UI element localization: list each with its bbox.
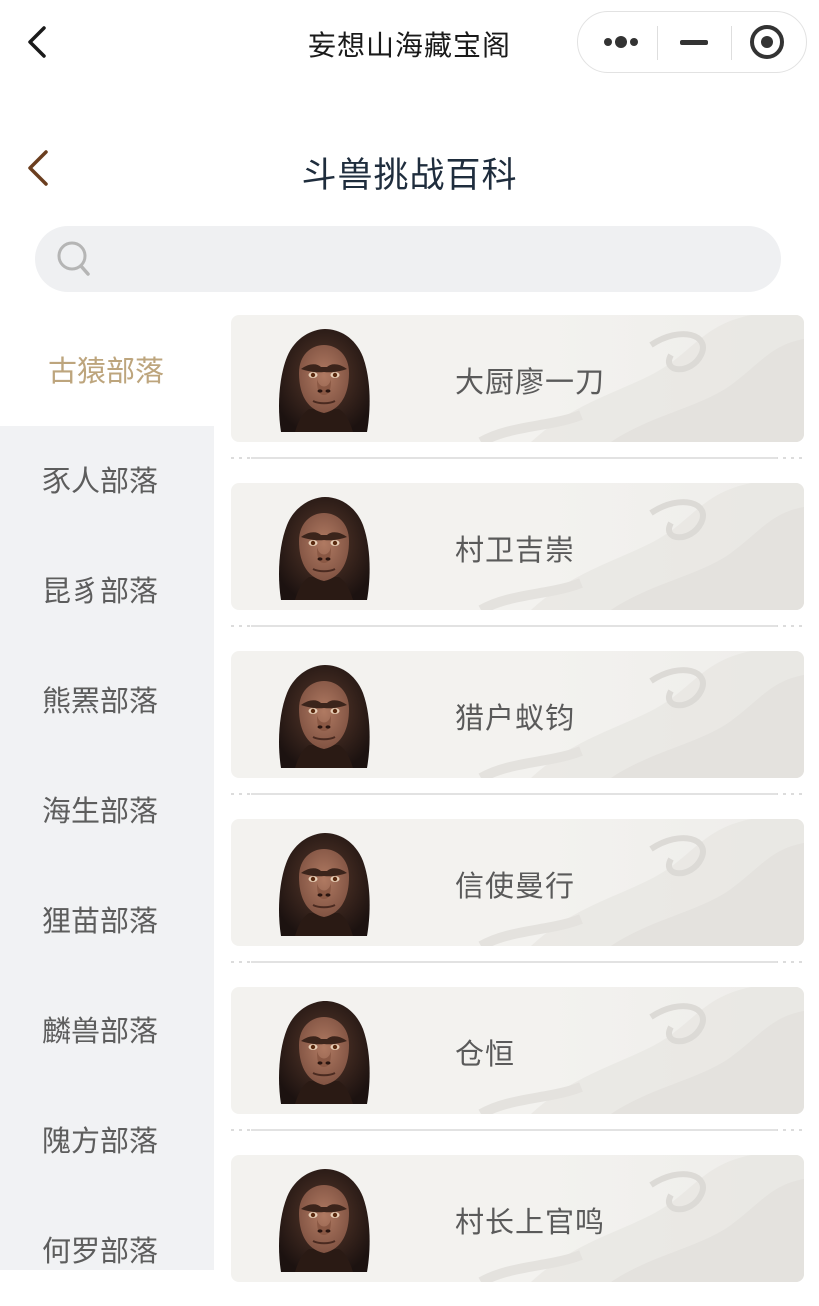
ape-avatar [273,831,375,936]
sidebar-item-xiong-pi[interactable]: 熊罴部落 [0,646,214,756]
beast-name: 猎户蚁钧 [455,701,576,735]
beast-name: 仓恒 [455,1037,516,1071]
divider [231,961,804,963]
tribe-sidebar: 古猿部落 豕人部落 昆豸部落 熊罴部落 海生部落 狸苗部落 麟兽部落 隗方部落 … [0,316,214,1270]
search-input[interactable] [113,234,757,286]
beast-card[interactable]: 猎户蚁钧 [231,651,804,778]
sidebar-item-kui-fang[interactable]: 隗方部落 [0,1086,214,1196]
capsule-menu [577,11,807,73]
sidebar-item-li-miao[interactable]: 狸苗部落 [0,866,214,976]
minimize-icon[interactable] [656,12,732,72]
sidebar-item-kun-zhi[interactable]: 昆豸部落 [0,536,214,646]
beast-name: 大厨廖一刀 [455,365,606,399]
ape-avatar [273,327,375,432]
divider [231,793,804,795]
divider [231,457,804,459]
mini-program-navbar: 妄想山海藏宝阁 [0,0,819,86]
page-title: 斗兽挑战百科 [301,156,518,196]
divider [231,625,804,627]
sidebar-item-shi-ren[interactable]: 豕人部落 [0,426,214,536]
close-target-icon[interactable] [730,12,806,72]
more-icon[interactable] [582,12,658,72]
sidebar-item-hai-sheng[interactable]: 海生部落 [0,756,214,866]
beast-name: 村卫吉崇 [455,533,576,567]
beast-card[interactable]: 村长上官鸣 [231,1155,804,1282]
ape-avatar [273,1167,375,1272]
ape-avatar [273,495,375,600]
divider [231,1129,804,1131]
beast-name: 村长上官鸣 [455,1205,606,1239]
beast-card[interactable]: 大厨廖一刀 [231,315,804,442]
ape-avatar [273,999,375,1104]
beast-card[interactable]: 信使曼行 [231,819,804,946]
beast-card[interactable]: 村卫吉崇 [231,483,804,610]
sidebar-item-lin-shou[interactable]: 麟兽部落 [0,976,214,1086]
search-bar[interactable] [35,226,781,292]
beast-card[interactable]: 仓恒 [231,987,804,1114]
sidebar-item-he-luo[interactable]: 何罗部落 [0,1196,214,1306]
beast-name: 信使曼行 [455,869,576,903]
search-icon [55,239,95,279]
ape-avatar [273,663,375,768]
sidebar-item-gu-yuan[interactable]: 古猿部落 [0,316,214,426]
